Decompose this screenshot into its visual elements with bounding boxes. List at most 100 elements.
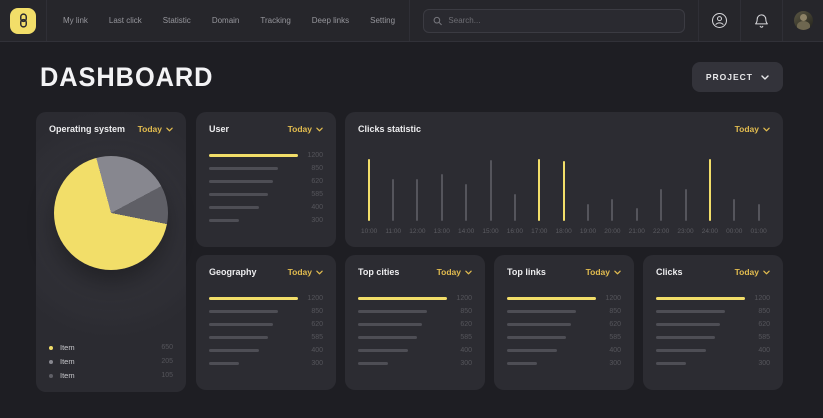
bar-row: 300 bbox=[507, 357, 621, 370]
card-top-links: Top links Today 1200850620585400300 bbox=[494, 255, 634, 390]
bar-row: 850 bbox=[209, 305, 323, 318]
bar bbox=[358, 362, 388, 365]
bar-row: 585 bbox=[507, 331, 621, 344]
chart-bar bbox=[587, 204, 589, 221]
pie-chart bbox=[54, 156, 168, 270]
chart-column: 19:00 bbox=[580, 204, 596, 235]
bar bbox=[507, 297, 596, 300]
bar-value: 300 bbox=[447, 360, 472, 367]
chevron-down-icon bbox=[166, 127, 173, 132]
period-label: Today bbox=[138, 124, 162, 134]
bar-track bbox=[209, 362, 298, 365]
period-dropdown[interactable]: Today bbox=[288, 267, 323, 277]
bar-value: 1200 bbox=[298, 295, 323, 302]
nav-link-domain[interactable]: Domain bbox=[212, 16, 240, 25]
bar-value: 400 bbox=[447, 347, 472, 354]
nav-link-tracking[interactable]: Tracking bbox=[260, 16, 290, 25]
time-label: 18:00 bbox=[556, 228, 572, 235]
bar-value: 585 bbox=[745, 334, 770, 341]
dashboard-app: My link Last click Statistic Domain Tracking… bbox=[0, 0, 823, 418]
bar bbox=[656, 336, 715, 339]
bar bbox=[209, 219, 239, 222]
bar-value: 850 bbox=[447, 308, 472, 315]
period-dropdown[interactable]: Today bbox=[138, 124, 173, 134]
bar-list: 1200850620585400300 bbox=[507, 292, 621, 370]
notifications-button[interactable] bbox=[741, 0, 782, 41]
bar-row: 300 bbox=[209, 357, 323, 370]
chart-column: 18:00 bbox=[556, 161, 572, 235]
bar-value: 585 bbox=[298, 191, 323, 198]
period-dropdown[interactable]: Today bbox=[288, 124, 323, 134]
bar bbox=[209, 154, 298, 157]
bar-track bbox=[209, 167, 298, 170]
bottom-row: Geography Today 1200850620585400300 Top … bbox=[196, 255, 783, 390]
bar bbox=[656, 323, 720, 326]
period-dropdown[interactable]: Today bbox=[437, 267, 472, 277]
card-header: Top links Today bbox=[507, 267, 621, 277]
period-dropdown[interactable]: Today bbox=[735, 124, 770, 134]
bar-track bbox=[209, 297, 298, 300]
time-label: 14:00 bbox=[458, 228, 474, 235]
card-header: User Today bbox=[209, 124, 323, 134]
bar-value: 400 bbox=[298, 347, 323, 354]
legend-dot bbox=[49, 346, 53, 350]
nav-link-deep-links[interactable]: Deep links bbox=[312, 16, 349, 25]
top-row: User Today 1200850620585400300 Clicks st… bbox=[196, 112, 783, 247]
card-header: Geography Today bbox=[209, 267, 323, 277]
user-avatar[interactable] bbox=[794, 11, 813, 30]
period-dropdown[interactable]: Today bbox=[735, 267, 770, 277]
nav-link-statistic[interactable]: Statistic bbox=[163, 16, 191, 25]
bar-row: 300 bbox=[209, 214, 323, 227]
bar-row: 585 bbox=[358, 331, 472, 344]
card-title: Operating system bbox=[49, 124, 125, 134]
app-logo[interactable] bbox=[10, 8, 36, 34]
bar-row: 1200 bbox=[507, 292, 621, 305]
bar-value: 400 bbox=[745, 347, 770, 354]
search-input[interactable] bbox=[448, 16, 675, 25]
period-label: Today bbox=[735, 267, 759, 277]
account-icon bbox=[711, 12, 728, 29]
nav-link-my-link[interactable]: My link bbox=[63, 16, 88, 25]
bar-track bbox=[209, 323, 298, 326]
time-label: 01:00 bbox=[751, 228, 767, 235]
nav-link-last-click[interactable]: Last click bbox=[109, 16, 142, 25]
chart-bar bbox=[758, 204, 760, 221]
card-header: Clicks Today bbox=[656, 267, 770, 277]
time-label: 20:00 bbox=[604, 228, 620, 235]
bar-list: 1200850620585400300 bbox=[209, 292, 323, 370]
chart-column: 23:00 bbox=[677, 189, 693, 235]
period-dropdown[interactable]: Today bbox=[586, 267, 621, 277]
card-title: User bbox=[209, 124, 229, 134]
chart-column: 16:00 bbox=[507, 194, 523, 235]
bar-row: 585 bbox=[656, 331, 770, 344]
bar bbox=[209, 180, 273, 183]
bar-row: 620 bbox=[209, 318, 323, 331]
bar-value: 400 bbox=[298, 204, 323, 211]
bar-value: 300 bbox=[745, 360, 770, 367]
bar-list: 1200850620585400300 bbox=[656, 292, 770, 370]
chart-column: 14:00 bbox=[458, 184, 474, 235]
bar-list: 1200850620585400300 bbox=[209, 149, 323, 227]
account-button[interactable] bbox=[699, 0, 740, 41]
bar bbox=[358, 336, 417, 339]
bar-row: 300 bbox=[656, 357, 770, 370]
bar-row: 400 bbox=[209, 201, 323, 214]
bell-icon bbox=[754, 13, 769, 29]
bar-value: 1200 bbox=[298, 152, 323, 159]
bar-row: 620 bbox=[209, 175, 323, 188]
bar bbox=[358, 297, 447, 300]
project-dropdown-button[interactable]: PROJECT bbox=[692, 62, 783, 92]
bar-row: 1200 bbox=[656, 292, 770, 305]
bar-value: 620 bbox=[447, 321, 472, 328]
nav-link-setting[interactable]: Setting bbox=[370, 16, 395, 25]
bar bbox=[656, 349, 706, 352]
bar-row: 400 bbox=[358, 344, 472, 357]
bar-track bbox=[358, 323, 447, 326]
bar-row: 1200 bbox=[358, 292, 472, 305]
search-box[interactable] bbox=[423, 9, 685, 33]
card-header: Operating system Today bbox=[49, 124, 173, 134]
bar bbox=[656, 297, 745, 300]
time-label: 10:00 bbox=[361, 228, 377, 235]
bar-row: 620 bbox=[507, 318, 621, 331]
chart-bar bbox=[416, 179, 418, 221]
